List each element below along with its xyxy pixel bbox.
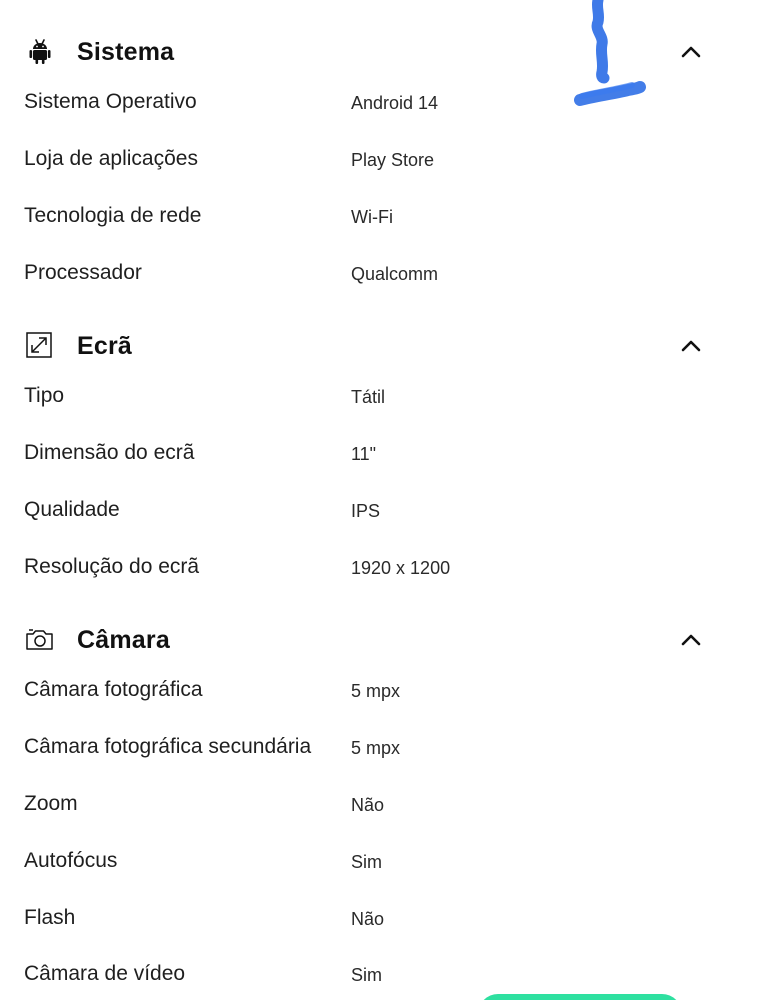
spec-row: Zoom Não <box>0 784 760 824</box>
spec-row: Câmara de vídeo Sim <box>0 954 760 994</box>
spec-value: Sim <box>351 965 382 985</box>
spec-label: Autofócus <box>24 849 118 872</box>
spec-label: Câmara fotográfica <box>24 678 203 701</box>
section-title-camara: Câmara <box>77 626 170 654</box>
spec-value: Qualcomm <box>351 264 439 284</box>
spec-value: 1920 x 1200 <box>351 558 451 578</box>
spec-row: Loja de aplicações Play Store <box>0 139 760 179</box>
spec-label: Dimensão do ecrã <box>24 441 195 464</box>
spec-row: Dimensão do ecrã 11" <box>0 433 760 473</box>
spec-value: IPS <box>351 501 381 521</box>
spec-value: 5 mpx <box>351 681 401 701</box>
section-header-camara[interactable]: Câmara <box>0 624 760 664</box>
spec-value: Sim <box>351 852 382 872</box>
chevron-up-icon[interactable] <box>676 40 706 64</box>
spec-row: Processador Qualcomm <box>0 253 760 293</box>
camera-icon <box>24 624 56 656</box>
spec-value: 5 mpx <box>351 738 401 758</box>
android-icon <box>24 36 56 68</box>
spec-label: Processador <box>24 261 142 284</box>
spec-label: Zoom <box>24 792 78 815</box>
section-header-ecra[interactable]: Ecrã <box>0 330 760 370</box>
spec-label: Câmara fotográfica secundária <box>24 735 312 758</box>
section-title-ecra: Ecrã <box>77 332 133 360</box>
spec-row: Câmara fotográfica 5 mpx <box>0 670 760 710</box>
spec-value: Não <box>351 909 385 929</box>
spec-row: Resolução do ecrã 1920 x 1200 <box>0 547 760 587</box>
section-title-sistema: Sistema <box>77 38 175 66</box>
spec-label: Qualidade <box>24 498 120 521</box>
spec-label: Câmara de vídeo <box>24 962 186 985</box>
spec-label: Loja de aplicações <box>24 147 198 170</box>
spec-value: 11" <box>351 444 377 464</box>
spec-value: Wi-Fi <box>351 207 393 227</box>
pen-annotation-mark <box>574 0 646 106</box>
chevron-up-icon[interactable] <box>676 628 706 652</box>
spec-value: Não <box>351 795 385 815</box>
spec-value: Android 14 <box>351 93 439 113</box>
spec-sheet-page: Sistema Sistema Operativo Android 14 Loj… <box>0 0 760 1000</box>
spec-row: Tipo Tátil <box>0 376 760 416</box>
spec-row: Flash Não <box>0 898 760 938</box>
chevron-up-icon[interactable] <box>676 334 706 358</box>
spec-row: Autofócus Sim <box>0 841 760 881</box>
spec-label: Flash <box>24 906 76 929</box>
spec-row: Tecnologia de rede Wi-Fi <box>0 196 760 236</box>
spec-row: Qualidade IPS <box>0 490 760 530</box>
spec-label: Tipo <box>24 384 65 407</box>
spec-label: Sistema Operativo <box>24 90 197 113</box>
spec-row: Câmara fotográfica secundária 5 mpx <box>0 727 760 767</box>
expand-screen-icon <box>24 330 56 362</box>
floating-action-button[interactable] <box>478 994 682 1000</box>
spec-value: Play Store <box>351 150 435 170</box>
spec-label: Resolução do ecrã <box>24 555 200 578</box>
spec-label: Tecnologia de rede <box>24 204 202 227</box>
spec-value: Tátil <box>351 387 386 407</box>
